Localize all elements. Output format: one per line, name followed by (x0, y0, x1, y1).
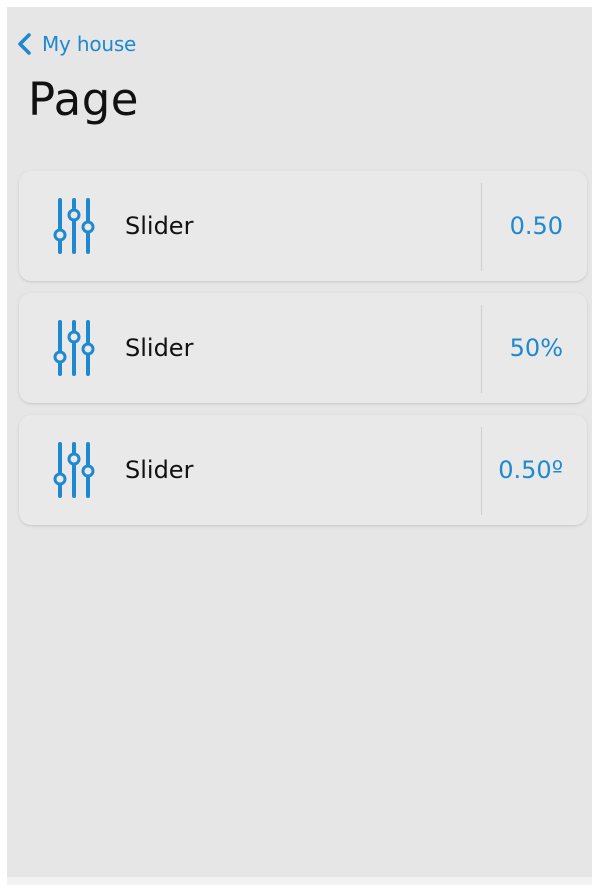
slider-value[interactable]: 50% (510, 293, 563, 403)
slider-label: Slider (125, 212, 194, 240)
slider-label: Slider (125, 456, 194, 484)
slider-value[interactable]: 0.50º (498, 415, 563, 525)
slider-row-3[interactable]: Slider 0.50º (19, 415, 587, 525)
row-divider (481, 183, 482, 271)
sliders-icon (53, 320, 95, 376)
slider-row-1[interactable]: Slider 0.50 (19, 171, 587, 281)
slider-row-2[interactable]: Slider 50% (19, 293, 587, 403)
back-button-label: My house (42, 32, 137, 56)
sliders-icon (53, 198, 95, 254)
back-button[interactable]: My house (15, 29, 136, 59)
slider-value[interactable]: 0.50 (510, 171, 563, 281)
row-divider (481, 427, 482, 515)
chevron-left-icon (18, 33, 31, 55)
bottom-bar (7, 877, 592, 885)
slider-label: Slider (125, 334, 194, 362)
slider-list: Slider 0.50 Slider 50% Slider 0.50º (19, 171, 587, 537)
sliders-icon (53, 442, 95, 498)
page-title: Page (28, 73, 139, 126)
app-screen: My house Page Slider 0.50 Slider 50% Sli… (7, 7, 592, 885)
row-divider (481, 305, 482, 393)
